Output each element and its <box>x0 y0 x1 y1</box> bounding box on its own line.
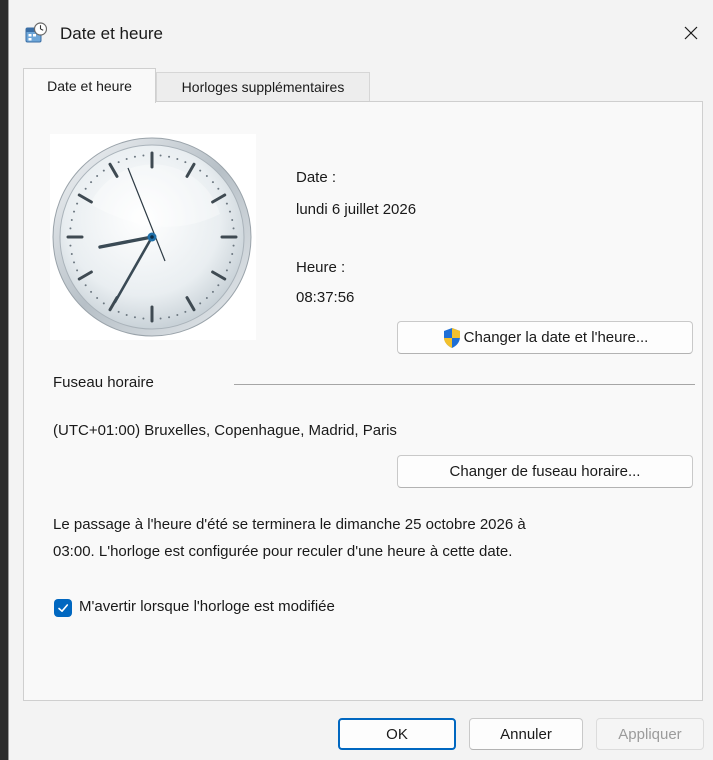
minute-dot <box>184 161 187 164</box>
minute-dot <box>184 310 187 313</box>
minute-dot <box>176 313 179 316</box>
uac-shield-icon <box>443 327 460 348</box>
minute-dot <box>102 169 105 172</box>
minute-dot <box>232 244 235 247</box>
minute-dot <box>228 261 231 264</box>
time-value: 08:37:56 <box>296 289 355 306</box>
tab-horloges-supplementaires[interactable]: Horloges supplémentaires <box>156 72 370 102</box>
date-time-app-icon <box>25 22 48 44</box>
minute-dot <box>69 227 72 230</box>
minute-dot <box>125 313 128 316</box>
checkmark-icon <box>58 604 69 612</box>
minute-dot <box>199 169 202 172</box>
minute-dot <box>90 290 93 293</box>
minute-dot <box>168 316 171 319</box>
close-icon <box>684 26 698 40</box>
apply-label: Appliquer <box>618 725 682 743</box>
minute-dot <box>176 158 179 161</box>
notify-checkbox[interactable] <box>54 599 72 617</box>
timezone-section-label: Fuseau horaire <box>53 374 154 391</box>
minute-dot <box>90 181 93 184</box>
minute-dot <box>159 317 162 320</box>
change-timezone-label: Changer de fuseau horaire... <box>449 463 641 480</box>
minute-dot <box>84 187 87 190</box>
notify-label[interactable]: M'avertir lorsque l'horloge est modifiée <box>79 598 335 615</box>
analog-clock <box>50 134 256 340</box>
date-time-dialog: Date et heure Date et heure Horloges sup… <box>8 0 713 760</box>
minute-dot <box>225 202 228 205</box>
minute-dot <box>117 310 120 313</box>
dst-line-2: 03:00. L'horloge est configurée pour rec… <box>53 543 513 560</box>
minute-dot <box>133 155 136 158</box>
minute-dot <box>225 269 228 272</box>
minute-dot <box>102 302 105 305</box>
change-date-time-button[interactable]: Changer la date et l'heure... <box>397 321 693 354</box>
tab-strip: Date et heure Horloges supplémentaires <box>23 68 703 103</box>
minute-dot <box>84 284 87 287</box>
minute-dot <box>70 253 73 256</box>
close-button[interactable] <box>668 10 713 56</box>
minute-dot <box>96 296 99 299</box>
minute-dot <box>76 269 79 272</box>
date-label: Date : <box>296 169 337 186</box>
minute-dot <box>231 253 234 256</box>
minute-dot <box>96 175 99 178</box>
minute-dot <box>231 218 234 221</box>
minute-dot <box>125 158 128 161</box>
apply-button[interactable]: Appliquer <box>596 718 704 750</box>
timezone-separator <box>234 384 695 385</box>
timezone-value: (UTC+01:00) Bruxelles, Copenhague, Madri… <box>53 422 397 439</box>
minute-dot <box>73 210 76 213</box>
minute-dot <box>211 290 214 293</box>
minute-dot <box>199 302 202 305</box>
cancel-button[interactable]: Annuler <box>469 718 583 750</box>
window-title: Date et heure <box>60 24 164 43</box>
minute-dot <box>159 154 162 157</box>
minute-dot <box>205 175 208 178</box>
minute-dot <box>133 316 136 319</box>
minute-dot <box>76 202 79 205</box>
tab-date-heure[interactable]: Date et heure <box>23 68 156 103</box>
dst-line-1: Le passage à l'heure d'été se terminera … <box>53 516 526 533</box>
change-date-time-label: Changer la date et l'heure... <box>463 329 649 346</box>
minute-dot <box>228 210 231 213</box>
ok-label: OK <box>386 725 408 743</box>
minute-dot <box>217 284 220 287</box>
title-bar: Date et heure <box>9 0 713 64</box>
minute-dot <box>73 261 76 264</box>
minute-dot <box>217 187 220 190</box>
minute-dot <box>232 227 235 230</box>
minute-dot <box>211 181 214 184</box>
minute-dot <box>142 154 145 157</box>
ok-button[interactable]: OK <box>338 718 456 750</box>
change-timezone-button[interactable]: Changer de fuseau horaire... <box>397 455 693 488</box>
minute-dot <box>168 155 171 158</box>
minute-dot <box>205 296 208 299</box>
minute-dot <box>142 317 145 320</box>
minute-dot <box>69 244 72 247</box>
time-label: Heure : <box>296 259 346 276</box>
cancel-label: Annuler <box>500 725 552 743</box>
date-value: lundi 6 juillet 2026 <box>296 201 417 218</box>
tab-panel: Date : lundi 6 juillet 2026 Heure : 08:3… <box>23 101 703 701</box>
minute-dot <box>70 218 73 221</box>
minute-dot <box>117 161 120 164</box>
